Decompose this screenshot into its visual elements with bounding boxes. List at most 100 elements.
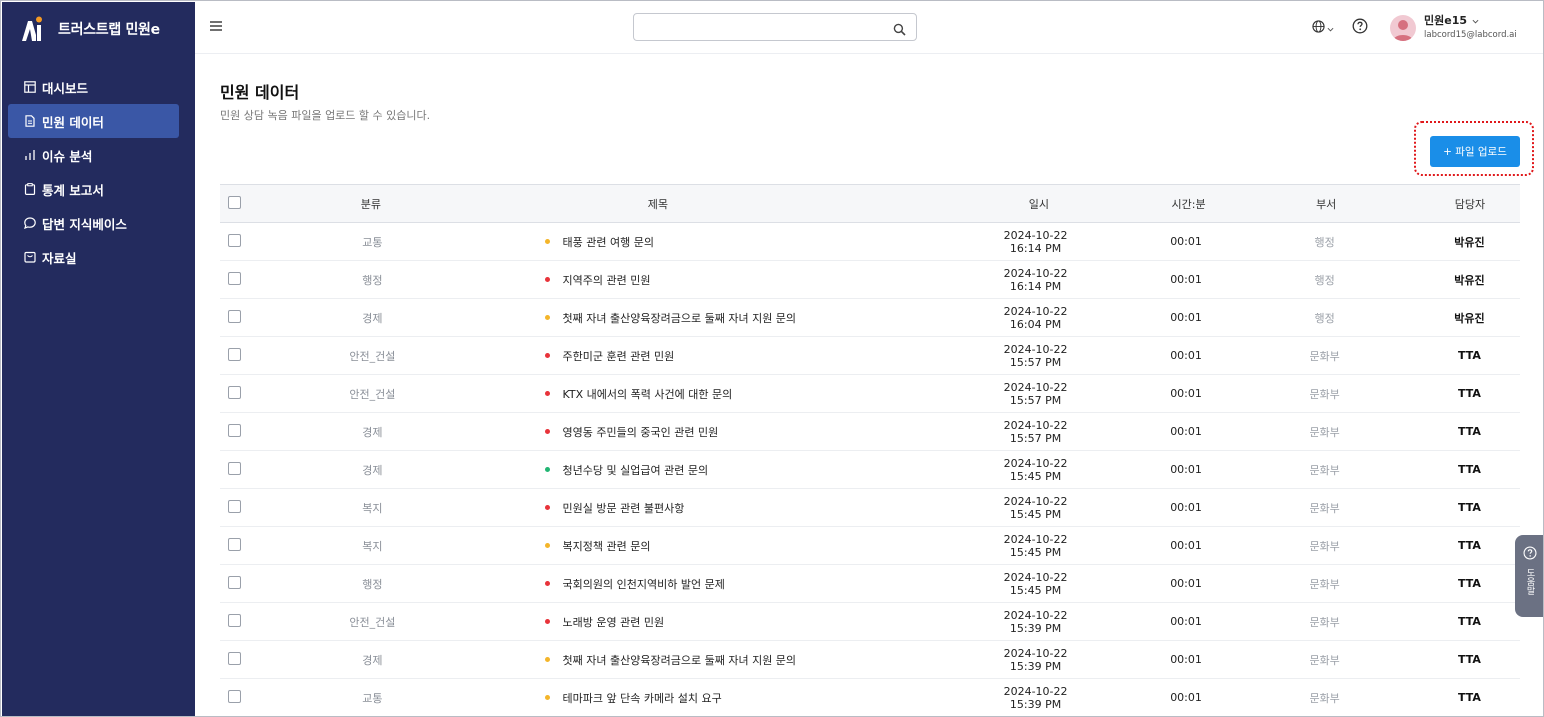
cell-department: 문화부	[1309, 463, 1340, 477]
page-title: 민원 데이터	[220, 83, 300, 102]
user-name: 민원e15	[1424, 14, 1517, 28]
table-row[interactable]: 교통 테마파크 앞 단속 카메라 설치 요구 2024-10-22 15:39 PM…	[220, 679, 1520, 716]
sidebar-item-complaint-data[interactable]: 민원 데이터	[8, 104, 179, 138]
table-row[interactable]: 경제 첫째 자녀 출산양육장려금으로 둘째 자녀 지원 문의 2024-10-22 …	[220, 299, 1520, 337]
row-checkbox[interactable]	[228, 689, 241, 703]
cell-duration: 00:01	[1170, 501, 1202, 514]
cell-title[interactable]: 복지정책 관련 문의	[563, 538, 651, 554]
table-row[interactable]: 안전_건설 KTX 내에서의 폭력 사건에 대한 문의 2024-10-22 15:…	[220, 375, 1520, 413]
column-header-owner[interactable]: 담당자	[1375, 196, 1520, 212]
row-checkbox[interactable]	[228, 347, 241, 361]
cell-department: 문화부	[1309, 501, 1340, 515]
table-row[interactable]: 복지 민원실 방문 관련 불편사항 2024-10-22 15:45 PM 00:01…	[220, 489, 1520, 527]
cell-category: 복지	[362, 539, 383, 553]
column-header-department[interactable]: 부서	[1230, 196, 1375, 212]
table-row[interactable]: 경제 첫째 자녀 출산양육장려금으로 둘째 자녀 지원 문의 2024-10-22 …	[220, 641, 1520, 679]
cell-datetime: 2024-10-22 16:14 PM	[1003, 228, 1068, 255]
status-dot	[544, 619, 550, 624]
row-checkbox[interactable]	[228, 461, 241, 475]
sidebar-item-issue-analysis[interactable]: 이슈 분석	[8, 138, 179, 172]
cell-title[interactable]: 주한미군 훈련 관련 민원	[563, 348, 675, 364]
sidebar-item-stats-report[interactable]: 통계 보고서	[8, 172, 179, 206]
table-row[interactable]: 행정 지역주의 관련 민원 2024-10-22 16:14 PM 00:01 행정 박유…	[220, 261, 1520, 299]
row-checkbox[interactable]	[228, 233, 241, 247]
status-dot	[544, 543, 550, 548]
user-name-text: 민원e15	[1424, 14, 1468, 27]
sidebar: 트러스트랩 민원e 대시보드 민원 데이터 이슈 분석 통계 보고서 답변 지식…	[2, 2, 195, 716]
row-checkbox[interactable]	[228, 499, 241, 513]
complaint-table: 분류 제목 일시 시간:분 부서 담당자 교통 태풍 관련 여행 문의 2024-1…	[220, 184, 1520, 716]
sidebar-nav: 대시보드 민원 데이터 이슈 분석 통계 보고서 답변 지식베이스 자료실	[8, 70, 179, 274]
row-checkbox[interactable]	[228, 385, 241, 399]
search-input[interactable]	[642, 18, 882, 36]
user-menu[interactable]: 민원e15 labcord15@labcord.ai	[1390, 12, 1517, 44]
brand[interactable]: 트러스트랩 민원e	[20, 14, 160, 44]
help-circle-icon[interactable]	[1352, 18, 1368, 34]
cell-category: 교통	[362, 691, 383, 705]
hamburger-menu-icon[interactable]	[209, 18, 223, 32]
cell-duration: 00:01	[1170, 349, 1202, 362]
cell-title[interactable]: 태풍 관련 여행 문의	[563, 234, 654, 250]
status-dot	[544, 353, 550, 358]
row-checkbox[interactable]	[228, 613, 241, 627]
status-dot	[544, 581, 550, 586]
sidebar-item-label: 대시보드	[42, 80, 89, 96]
cell-title[interactable]: 첫째 자녀 출산양육장려금으로 둘째 자녀 지원 문의	[563, 310, 797, 326]
cell-category: 행정	[362, 577, 383, 591]
sidebar-item-label: 민원 데이터	[42, 114, 104, 130]
cell-category: 안전_건설	[349, 349, 396, 363]
table-body: 교통 태풍 관련 여행 문의 2024-10-22 16:14 PM 00:01 행정 박…	[220, 223, 1520, 716]
select-all-checkbox[interactable]	[228, 195, 241, 209]
file-upload-button[interactable]: + 파일 업로드	[1430, 136, 1520, 167]
table-row[interactable]: 경제 청년수당 및 실업급여 관련 문의 2024-10-22 15:45 PM 00…	[220, 451, 1520, 489]
cell-owner: TTA	[1457, 691, 1481, 704]
cell-title[interactable]: 청년수당 및 실업급여 관련 문의	[563, 462, 709, 478]
table-header: 분류 제목 일시 시간:분 부서 담당자	[220, 184, 1520, 223]
table-row[interactable]: 행정 국회의원의 인천지역비하 발언 문제 2024-10-22 15:45 PM 0…	[220, 565, 1520, 603]
cell-datetime: 2024-10-22 15:45 PM	[1003, 494, 1068, 521]
row-checkbox[interactable]	[228, 271, 241, 285]
sidebar-item-label: 답변 지식베이스	[42, 216, 127, 232]
layout-icon	[24, 81, 36, 93]
cell-title[interactable]: 테마파크 앞 단속 카메라 설치 요구	[563, 690, 722, 706]
brand-name: 트러스트랩 민원e	[58, 22, 160, 38]
table-row[interactable]: 경제 영영동 주민들의 중국인 관련 민원 2024-10-22 15:57 PM 0…	[220, 413, 1520, 451]
row-checkbox[interactable]	[228, 537, 241, 551]
column-header-duration[interactable]: 시간:분	[1078, 196, 1230, 212]
page-subtitle: 민원 상담 녹음 파일을 업로드 할 수 있습니다.	[220, 109, 431, 122]
cell-title[interactable]: 민원실 방문 관련 불편사항	[563, 500, 685, 516]
cell-duration: 00:01	[1170, 387, 1202, 400]
cell-title[interactable]: 노래방 운영 관련 민원	[563, 614, 665, 630]
column-header-category[interactable]: 분류	[248, 196, 494, 212]
cell-title[interactable]: 지역주의 관련 민원	[563, 272, 651, 288]
cell-department: 문화부	[1309, 387, 1340, 401]
row-checkbox[interactable]	[228, 651, 241, 665]
table-row[interactable]: 복지 복지정책 관련 문의 2024-10-22 15:45 PM 00:01 문화부 T…	[220, 527, 1520, 565]
cell-department: 행정	[1314, 273, 1335, 287]
table-row[interactable]: 안전_건설 노래방 운영 관련 민원 2024-10-22 15:39 PM 00:0…	[220, 603, 1520, 641]
search-icon[interactable]	[893, 21, 906, 36]
row-checkbox[interactable]	[228, 309, 241, 323]
column-header-datetime[interactable]: 일시	[835, 196, 1077, 212]
cell-category: 경제	[362, 653, 383, 667]
sidebar-item-dashboard[interactable]: 대시보드	[8, 70, 179, 104]
cell-department: 문화부	[1309, 615, 1340, 629]
cell-category: 복지	[362, 501, 383, 515]
table-row[interactable]: 교통 태풍 관련 여행 문의 2024-10-22 16:14 PM 00:01 행정 박…	[220, 223, 1520, 261]
cell-title[interactable]: KTX 내에서의 폭력 사건에 대한 문의	[563, 386, 733, 402]
table-row[interactable]: 안전_건설 주한미군 훈련 관련 민원 2024-10-22 15:57 PM 00:…	[220, 337, 1520, 375]
cell-datetime: 2024-10-22 15:45 PM	[1003, 456, 1068, 483]
language-selector[interactable]	[1312, 19, 1334, 35]
cell-title[interactable]: 영영동 주민들의 중국인 관련 민원	[563, 424, 719, 440]
cell-title[interactable]: 첫째 자녀 출산양육장려금으로 둘째 자녀 지원 문의	[563, 652, 797, 668]
sidebar-item-knowledge-base[interactable]: 답변 지식베이스	[8, 206, 179, 240]
cell-duration: 00:01	[1170, 273, 1202, 286]
sidebar-item-archive[interactable]: 자료실	[8, 240, 179, 274]
status-dot	[544, 695, 550, 700]
cell-owner: TTA	[1457, 387, 1481, 400]
column-header-title[interactable]: 제목	[494, 196, 835, 212]
row-checkbox[interactable]	[228, 423, 241, 437]
row-checkbox[interactable]	[228, 575, 241, 589]
cell-title[interactable]: 국회의원의 인천지역비하 발언 문제	[563, 576, 725, 592]
help-tab[interactable]: 도움말	[1515, 535, 1543, 617]
